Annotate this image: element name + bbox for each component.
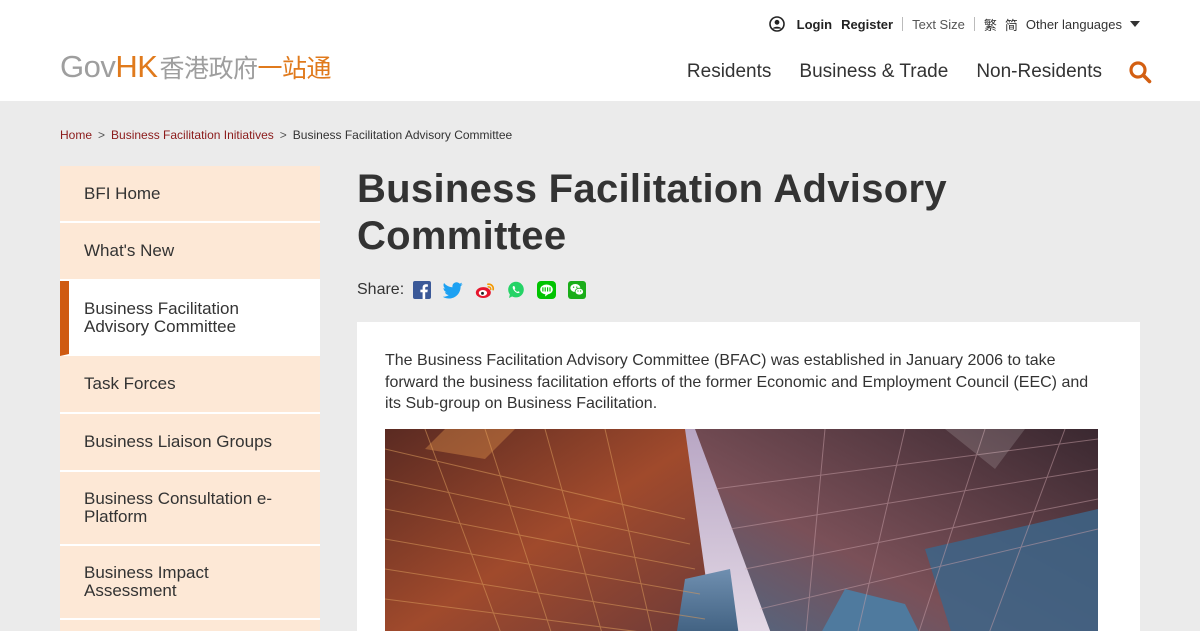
sidebar-item-label: What's New	[84, 241, 175, 260]
share-bar: Share:	[357, 280, 598, 300]
breadcrumb: Home > Business Facilitation Initiatives…	[60, 128, 512, 142]
logo-gov: Gov	[60, 49, 116, 84]
text-size-link[interactable]: Text Size	[912, 17, 965, 32]
govhk-logo[interactable]: Gov HK 香港政府 一站通	[60, 49, 331, 84]
breadcrumb-section[interactable]: Business Facilitation Initiatives	[111, 128, 274, 142]
site-header: Login Register Text Size 繁 简 Other langu…	[0, 0, 1200, 101]
skyscrapers-image	[385, 429, 1098, 631]
sidebar-item-label: Business Consultation e-Platform	[84, 489, 273, 526]
sidebar-item-more[interactable]	[60, 620, 320, 631]
search-icon[interactable]	[1128, 60, 1152, 84]
traditional-chinese-link[interactable]: 繁	[984, 15, 997, 34]
wechat-icon[interactable]	[568, 281, 587, 299]
breadcrumb-home[interactable]: Home	[60, 128, 92, 142]
simplified-chinese-link[interactable]: 简	[1005, 15, 1018, 34]
sidebar-item-business-impact-assessment[interactable]: Business Impact Assessment	[60, 546, 320, 620]
logo-chinese-grey: 香港政府	[159, 55, 258, 83]
main-nav: Residents Business & Trade Non-Residents	[659, 60, 1152, 84]
sidebar-item-label: Business Liaison Groups	[84, 432, 273, 451]
twitter-icon[interactable]	[443, 281, 463, 299]
sidebar-item-business-liaison-groups[interactable]: Business Liaison Groups	[60, 414, 320, 472]
share-label: Share:	[357, 281, 405, 298]
hero-image	[385, 429, 1098, 631]
sidebar-item-task-forces[interactable]: Task Forces	[60, 356, 320, 414]
logo-hk: HK	[115, 49, 158, 84]
sidebar-item-whats-new[interactable]: What's New	[60, 223, 320, 281]
whatsapp-icon[interactable]	[507, 281, 525, 299]
breadcrumb-separator: >	[98, 128, 106, 142]
sidebar-nav: BFI Home What's New Business Facilitatio…	[60, 166, 320, 631]
facebook-icon[interactable]	[413, 281, 432, 299]
sidebar-item-label: Task Forces	[84, 374, 176, 393]
other-languages-dropdown[interactable]: Other languages	[1026, 17, 1122, 32]
content-panel: The Business Facilitation Advisory Commi…	[357, 322, 1140, 631]
nav-business-trade[interactable]: Business & Trade	[799, 61, 948, 83]
sidebar-item-label: BFI Home	[84, 183, 161, 203]
weibo-icon[interactable]	[475, 282, 495, 299]
sidebar-item-label: Business Facilitation Advisory Committee	[84, 298, 239, 336]
sidebar-item-label: Business Impact Assessment	[84, 563, 209, 600]
breadcrumb-separator: >	[279, 128, 287, 142]
page-title: Business Facilitation Advisory Committee	[357, 167, 947, 258]
intro-paragraph: The Business Facilitation Advisory Commi…	[385, 352, 1089, 412]
breadcrumb-current: Business Facilitation Advisory Committee	[292, 128, 513, 142]
logo-chinese-orange: 一站通	[257, 55, 331, 83]
user-circle-icon[interactable]	[768, 16, 785, 32]
divider	[973, 17, 975, 31]
line-icon[interactable]	[537, 281, 557, 299]
chevron-down-icon[interactable]	[1130, 21, 1140, 27]
sidebar-item-bfac[interactable]: Business Facilitation Advisory Committee	[60, 281, 320, 356]
nav-non-residents[interactable]: Non-Residents	[976, 61, 1102, 83]
sidebar-item-bfi-home[interactable]: BFI Home	[60, 166, 320, 223]
register-link[interactable]: Register	[841, 17, 893, 32]
nav-residents[interactable]: Residents	[687, 61, 772, 83]
sidebar-item-consultation-eplatform[interactable]: Business Consultation e-Platform	[60, 472, 320, 546]
login-link[interactable]: Login	[797, 17, 832, 32]
utility-bar: Login Register Text Size 繁 简 Other langu…	[768, 14, 1140, 34]
divider	[902, 17, 904, 31]
